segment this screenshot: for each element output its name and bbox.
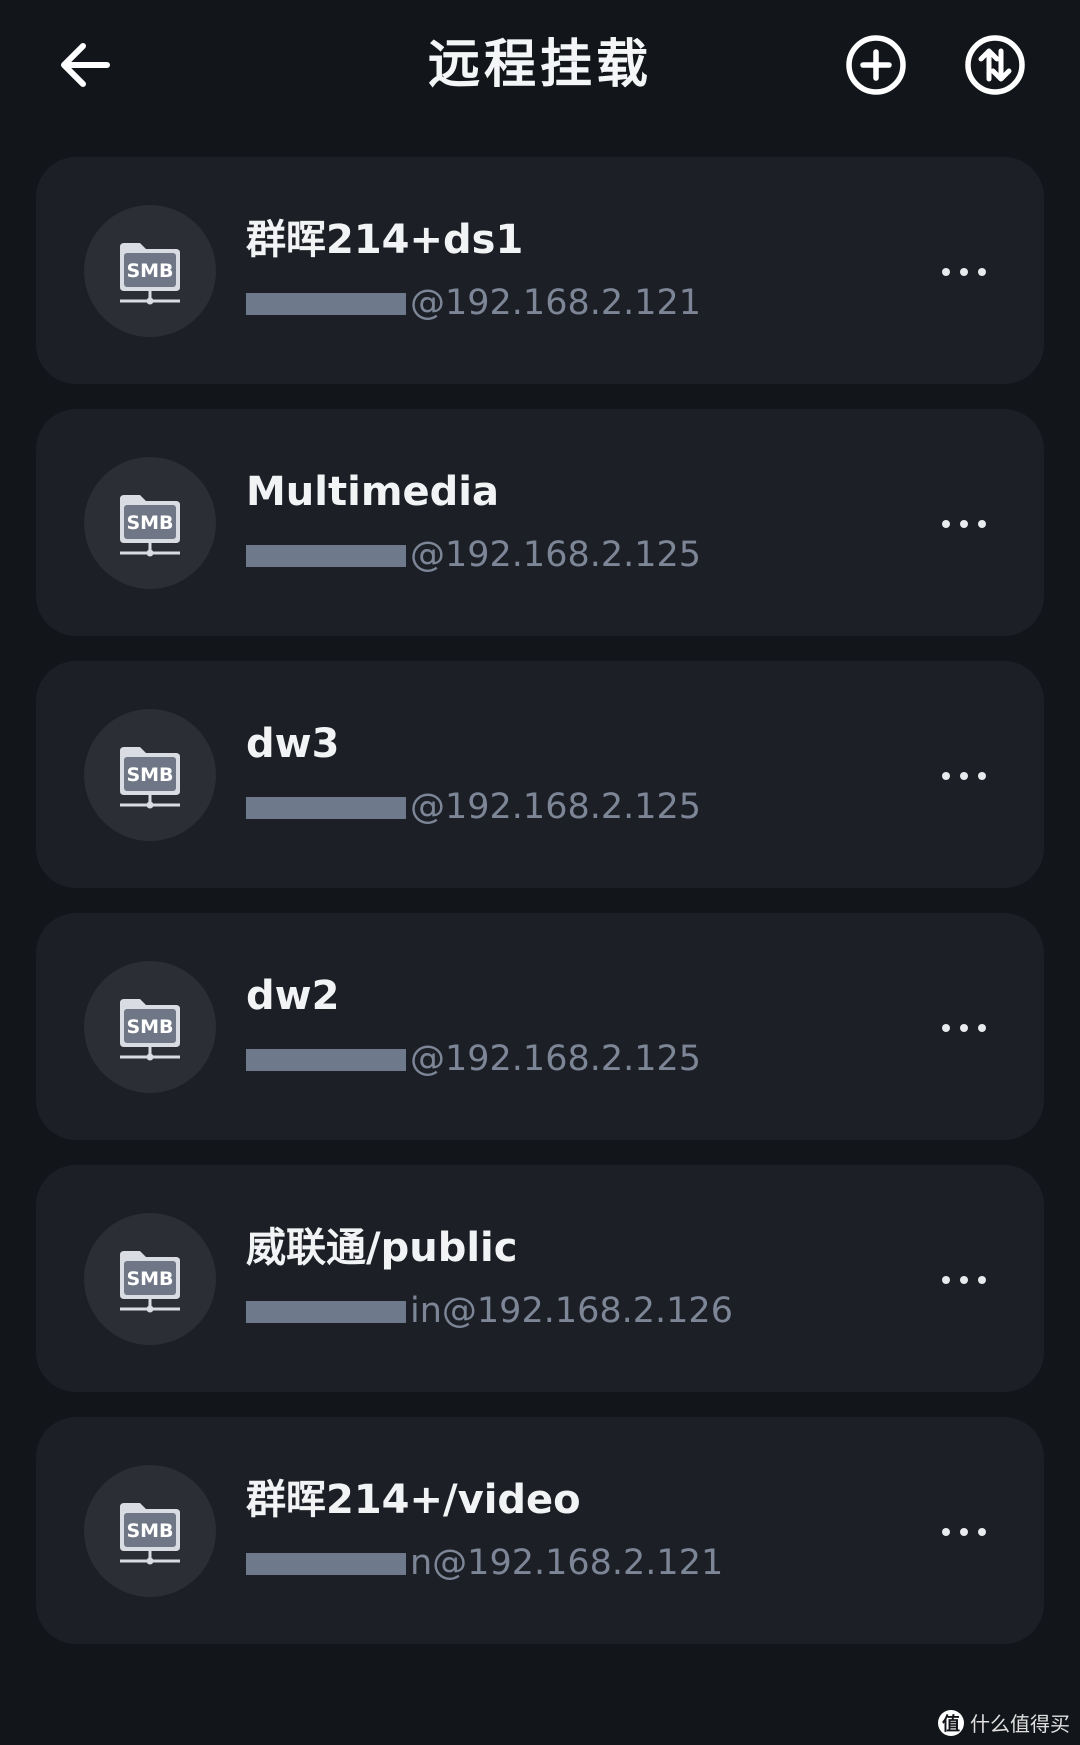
- mount-list: SMB 群晖214+ds1 @192.168.2.121 SMB Multime…: [36, 157, 1044, 1669]
- mount-card-4[interactable]: SMB 威联通/public in@192.168.2.126: [36, 1165, 1044, 1392]
- mount-address-text: @192.168.2.125: [410, 1039, 702, 1079]
- mount-address-text: @192.168.2.125: [410, 787, 702, 827]
- smb-label: SMB: [126, 1016, 173, 1038]
- smb-label: SMB: [126, 260, 173, 282]
- mount-address-text: in@192.168.2.126: [410, 1291, 733, 1331]
- mount-address-text: n@192.168.2.121: [410, 1543, 724, 1583]
- mount-card-2[interactable]: SMB dw3 @192.168.2.125: [36, 661, 1044, 888]
- smb-folder-icon: SMB: [120, 747, 180, 809]
- more-options-button[interactable]: [924, 1248, 1004, 1308]
- mount-address: @192.168.2.125: [246, 785, 701, 829]
- page-title: 远程挂载: [427, 35, 652, 95]
- mount-address-text: @192.168.2.125: [410, 535, 702, 575]
- smb-folder-icon: SMB: [120, 999, 180, 1061]
- more-options-button[interactable]: [924, 996, 1004, 1056]
- more-horizontal-icon: [937, 261, 991, 280]
- smb-avatar: SMB: [84, 961, 216, 1093]
- more-horizontal-icon: [937, 1521, 991, 1540]
- add-mount-button[interactable]: [841, 30, 911, 100]
- more-horizontal-icon: [937, 765, 991, 784]
- mount-address: n@192.168.2.121: [246, 1541, 723, 1585]
- smb-folder-icon: SMB: [120, 1251, 180, 1313]
- smb-label: SMB: [126, 1268, 173, 1290]
- mount-card-5[interactable]: SMB 群晖214+/video n@192.168.2.121: [36, 1417, 1044, 1644]
- more-horizontal-icon: [937, 513, 991, 532]
- mount-address: @192.168.2.125: [246, 533, 701, 577]
- mount-address-text: @192.168.2.121: [410, 283, 702, 323]
- mount-name: 威联通/public: [246, 1225, 518, 1271]
- top-app-bar: 远程挂载: [0, 0, 1080, 130]
- redaction-mask: [246, 293, 406, 315]
- smb-folder-icon: SMB: [120, 243, 180, 305]
- smb-folder-icon: SMB: [120, 1503, 180, 1565]
- mount-name: dw3: [246, 721, 340, 767]
- redaction-mask: [246, 797, 406, 819]
- more-options-button[interactable]: [924, 492, 1004, 552]
- smb-folder-icon: SMB: [120, 495, 180, 557]
- smb-label: SMB: [126, 1520, 173, 1542]
- watermark-logo: 值: [938, 1709, 964, 1736]
- smb-avatar: SMB: [84, 205, 216, 337]
- mount-card-3[interactable]: SMB dw2 @192.168.2.125: [36, 913, 1044, 1140]
- mount-name: 群晖214+ds1: [246, 217, 524, 263]
- redaction-mask: [246, 1301, 406, 1323]
- redaction-mask: [246, 1049, 406, 1071]
- redaction-mask: [246, 545, 406, 567]
- more-horizontal-icon: [937, 1017, 991, 1036]
- mount-name: 群晖214+/video: [246, 1477, 581, 1523]
- more-horizontal-icon: [937, 1269, 991, 1288]
- more-options-button[interactable]: [924, 1500, 1004, 1560]
- redaction-mask: [246, 1553, 406, 1575]
- mount-address: @192.168.2.125: [246, 1037, 701, 1081]
- mount-name: dw2: [246, 973, 340, 1019]
- swap-vertical-circle-icon: [965, 35, 1025, 95]
- watermark: 值 什么值得买: [938, 1708, 1070, 1737]
- mount-name: Multimedia: [246, 469, 499, 515]
- watermark-text: 什么值得买: [970, 1712, 1070, 1736]
- more-options-button[interactable]: [924, 240, 1004, 300]
- smb-avatar: SMB: [84, 1213, 216, 1345]
- mount-card-0[interactable]: SMB 群晖214+ds1 @192.168.2.121: [36, 157, 1044, 384]
- remote-mount-screen: 远程挂载 SMB 群晖214+ds1 @192.168.2.121 SMB Mu…: [0, 0, 1080, 1745]
- plus-circle-icon: [846, 35, 906, 95]
- more-options-button[interactable]: [924, 744, 1004, 804]
- smb-avatar: SMB: [84, 1465, 216, 1597]
- smb-avatar: SMB: [84, 457, 216, 589]
- smb-label: SMB: [126, 764, 173, 786]
- sort-button[interactable]: [960, 30, 1030, 100]
- smb-avatar: SMB: [84, 709, 216, 841]
- mount-address: in@192.168.2.126: [246, 1289, 733, 1333]
- mount-card-1[interactable]: SMB Multimedia @192.168.2.125: [36, 409, 1044, 636]
- mount-address: @192.168.2.121: [246, 281, 701, 325]
- smb-label: SMB: [126, 512, 173, 534]
